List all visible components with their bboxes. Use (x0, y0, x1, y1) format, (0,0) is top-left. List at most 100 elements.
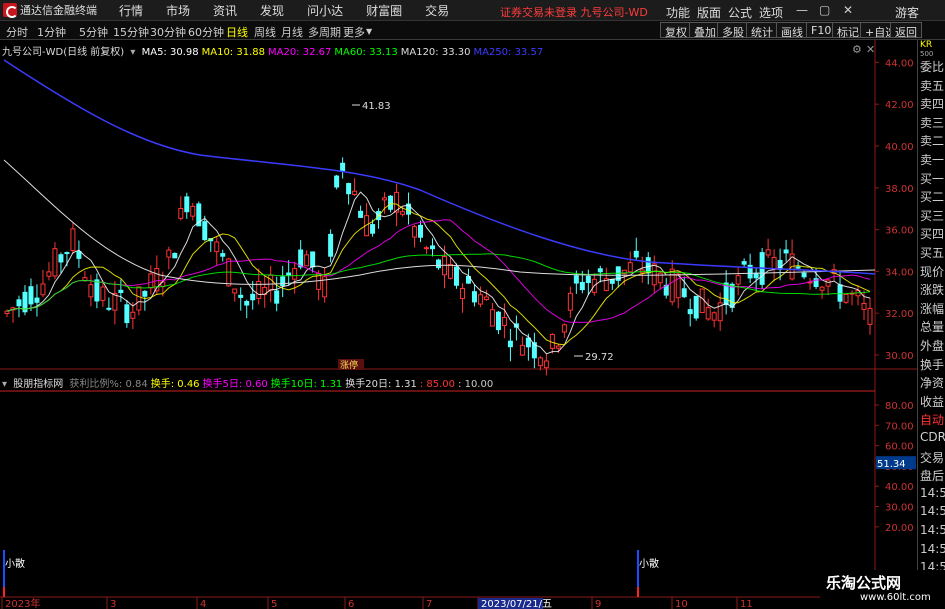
date-tick-label: 10 (675, 599, 688, 609)
side-row: 盘后 (920, 469, 945, 484)
multi-stock-button[interactable]: 多股 (717, 22, 749, 39)
indicator-collapse-icon[interactable]: ▾ (2, 379, 7, 390)
side-row: 现价 (920, 264, 945, 279)
period-intraday[interactable]: 分时 (6, 24, 28, 40)
period-daily[interactable]: 日线 (226, 24, 248, 40)
candle-body (382, 197, 388, 201)
price-tick-label: 42.00 (885, 100, 914, 111)
menu-bar: 通达信金融终端 行情 市场 资讯 发现 问小达 财富圈 交易 证券交易未登录 九… (0, 0, 945, 21)
candle-body (412, 226, 418, 238)
side-code-sub: 500 (920, 50, 934, 58)
candle-body (495, 311, 501, 331)
candle-body (286, 272, 292, 276)
statistics-button[interactable]: 统计 (746, 22, 778, 39)
period-5min[interactable]: 5分钟 (79, 24, 108, 40)
menu-trade[interactable]: 交易 (425, 2, 449, 19)
menu-options[interactable]: 选项 (759, 4, 783, 21)
candle-body (70, 228, 76, 251)
indicator-legend-item: : 85.00 (419, 379, 456, 390)
side-row: 买一 (920, 171, 945, 186)
ma5-line (6, 191, 871, 355)
candle-body (370, 224, 376, 234)
candle-body (471, 291, 477, 303)
side-row: 14:56 (920, 541, 945, 556)
side-row: 委比 (920, 60, 945, 74)
date-tick-label: 6 (348, 599, 354, 609)
indicator-legend-item: 换手5日: 0.60 (202, 379, 268, 390)
menu-layout[interactable]: 版面 (697, 4, 721, 21)
guest-label[interactable]: 游客 (895, 4, 919, 21)
period-1min[interactable]: 1分钟 (37, 24, 66, 40)
candle-body (843, 293, 849, 303)
candle-body (148, 273, 154, 289)
candle-body (543, 360, 549, 369)
scatter-bar-base (3, 587, 5, 597)
close-icon[interactable]: ✕ (843, 3, 853, 17)
low-price-label: 29.72 (585, 352, 614, 363)
current-value-label: 51.34 (877, 459, 906, 470)
side-row: 总量 (920, 320, 945, 335)
side-row: 14:56 (920, 504, 945, 519)
candle-body (46, 271, 52, 277)
small-scatter-label: 小散 (639, 557, 659, 570)
candle-body (310, 251, 316, 268)
side-row: 卖三 (920, 115, 945, 130)
back-button[interactable]: 返回 (890, 22, 922, 39)
candle-body (418, 224, 424, 238)
sub-tick-label: 80.00 (885, 401, 914, 412)
candle-body (346, 183, 352, 195)
side-code: KR (920, 40, 933, 50)
menu-function[interactable]: 功能 (666, 4, 690, 21)
period-15min[interactable]: 15分钟 (113, 24, 149, 40)
candle-body (100, 286, 106, 301)
candle-body (220, 253, 226, 257)
menu-ask[interactable]: 问小达 (307, 2, 343, 19)
candle-body (190, 205, 196, 217)
candle-body (106, 307, 112, 310)
login-warning[interactable]: 证券交易未登录 九号公司-WD (500, 4, 648, 20)
menu-wealth-circle[interactable]: 财富圈 (366, 2, 402, 19)
candle-body (202, 221, 208, 241)
restore-icon[interactable]: ▢ (819, 3, 830, 17)
candle-body (711, 312, 717, 321)
minimize-icon[interactable]: — (796, 3, 808, 17)
side-row: 涨跌 (920, 283, 945, 298)
menu-market-quotes[interactable]: 行情 (119, 2, 143, 19)
candlestick-chart[interactable]: 小散 小散 41.8329.72涨停 44.0042.0040.0038.0036… (0, 40, 917, 609)
candle-body (244, 300, 250, 306)
period-multi[interactable]: 多周期 (308, 24, 341, 40)
candle-body (232, 288, 238, 294)
period-monthly[interactable]: 月线 (281, 24, 303, 40)
candle-body (627, 262, 633, 273)
menu-news[interactable]: 资讯 (213, 2, 237, 19)
candle-body (40, 283, 46, 296)
sub-tick-label: 40.00 (885, 482, 914, 493)
chevron-down-icon[interactable]: ▼ (366, 27, 372, 36)
period-60min[interactable]: 60分钟 (188, 24, 224, 40)
candle-body (783, 249, 789, 254)
candle-body (28, 286, 34, 305)
side-row: 买五 (920, 246, 945, 260)
candle-body (579, 281, 585, 291)
menu-market[interactable]: 市场 (166, 2, 190, 19)
candle-body (705, 307, 711, 320)
adjust-button[interactable]: 复权 (660, 22, 692, 39)
draw-line-button[interactable]: 画线 (776, 22, 808, 39)
candle-body (741, 261, 747, 265)
candle-body (771, 256, 777, 270)
candle-body (645, 257, 651, 274)
period-30min[interactable]: 30分钟 (150, 24, 186, 40)
menu-discover[interactable]: 发现 (260, 2, 284, 19)
candle-body (825, 279, 831, 287)
menu-formula[interactable]: 公式 (728, 4, 752, 21)
candle-body (501, 316, 507, 326)
candle-body (801, 272, 807, 278)
candle-body (280, 276, 286, 287)
candle-body (334, 175, 340, 188)
candle-body (681, 288, 687, 298)
side-row: 外盘 (920, 339, 945, 353)
side-row: 14:56 (920, 523, 945, 537)
period-weekly[interactable]: 周线 (254, 24, 276, 40)
indicator-name[interactable]: 股朋指标网 (13, 379, 63, 390)
period-more[interactable]: 更多 (343, 24, 365, 40)
